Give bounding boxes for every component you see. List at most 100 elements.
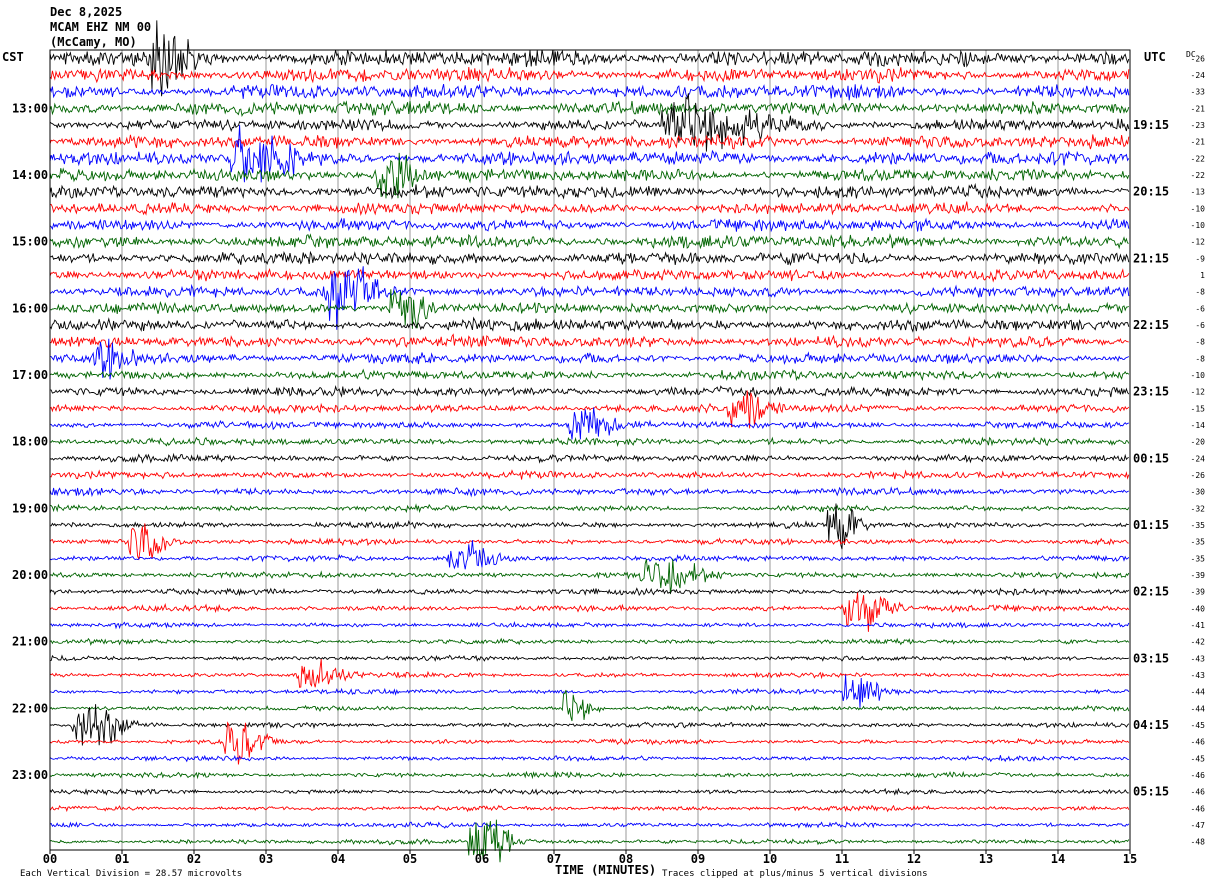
trace-line <box>49 201 1130 217</box>
x-tick-label: 15 <box>1123 852 1137 866</box>
trace-line <box>49 770 1130 780</box>
trace-line <box>49 333 1129 349</box>
x-tick-label: 10 <box>763 852 777 866</box>
trace-line <box>49 540 1130 570</box>
x-tick-label: 02 <box>187 852 201 866</box>
cst-hour-label: 21:00 <box>12 635 48 649</box>
dc-offset-label: -42 <box>1191 638 1206 647</box>
cst-hour-labels: 13:00 14:00 15:00 16:00 17:00 18:00 19:00 20:00… <box>12 101 48 782</box>
trace-line <box>49 266 1130 330</box>
dc-offset-label: -6 <box>1195 321 1205 330</box>
cst-hour-label: 15:00 <box>12 235 48 249</box>
trace-line <box>49 436 1130 447</box>
x-axis-label: TIME (MINUTES) <box>555 863 656 877</box>
dc-offset-label: -24 <box>1191 71 1206 80</box>
dc-offset-label: -35 <box>1191 538 1206 547</box>
trace-line <box>49 754 1129 763</box>
trace-line <box>49 637 1130 646</box>
trace-line <box>49 659 1130 688</box>
dc-offset-label: -30 <box>1191 488 1206 497</box>
dc-offset-label: -43 <box>1191 654 1206 663</box>
utc-hour-label: 04:15 <box>1133 718 1169 732</box>
cst-hour-label: 17:00 <box>12 368 48 382</box>
x-tick-label: 12 <box>907 852 921 866</box>
trace-line <box>49 587 1130 597</box>
trace-line <box>49 558 1130 595</box>
utc-hour-label: 05:15 <box>1133 785 1169 799</box>
scale-note: Each Vertical Division = 28.57 microvolt… <box>20 869 242 879</box>
dc-offset-label: -8 <box>1195 338 1205 347</box>
dc-offset-label: -46 <box>1191 788 1206 797</box>
cst-hour-label: 14:00 <box>12 168 48 182</box>
utc-hour-label: 21:15 <box>1133 251 1169 265</box>
x-tick-label: 00 <box>43 852 57 866</box>
utc-hour-label: 00:15 <box>1133 451 1169 465</box>
cst-hour-label: 16:00 <box>12 301 48 315</box>
dc-offset-label: -39 <box>1191 588 1206 597</box>
helicorder-chart: Dec 8,2025 MCAM EHZ NM 00 (McCamy, MO) C… <box>2 5 1206 879</box>
trace-line <box>49 316 1130 333</box>
plot-frame <box>49 49 1131 851</box>
trace-line <box>49 620 1130 630</box>
trace-line <box>49 267 1130 283</box>
trace-line <box>49 689 1130 722</box>
x-tick-label: 11 <box>835 852 849 866</box>
dc-offset-label: -32 <box>1191 504 1206 513</box>
utc-hour-label: 02:15 <box>1133 585 1169 599</box>
dc-offset-label: -10 <box>1191 221 1206 230</box>
utc-hour-label: 01:15 <box>1133 518 1169 532</box>
trace-line <box>49 787 1129 796</box>
dc-offset-label: -10 <box>1191 204 1206 213</box>
utc-hour-label: 19:15 <box>1133 118 1169 132</box>
dc-offset-label: -33 <box>1191 88 1206 97</box>
trace-line <box>49 20 1130 97</box>
dc-offset-label: -46 <box>1191 804 1206 813</box>
cst-hour-label: 23:00 <box>12 768 48 782</box>
trace-line <box>49 93 1130 152</box>
cst-hour-label: 20:00 <box>12 568 48 582</box>
dc-offset-label: -13 <box>1191 188 1206 197</box>
dc-offset-label: -10 <box>1191 371 1206 380</box>
dc-offset-label: -23 <box>1191 121 1206 130</box>
trace-line <box>49 654 1129 662</box>
dc-offset-label: 1 <box>1200 271 1205 280</box>
dc-offset-label: -6 <box>1195 304 1205 313</box>
dc-offset-label: -20 <box>1191 438 1206 447</box>
trace-line <box>49 250 1130 266</box>
trace-line <box>50 503 1130 514</box>
dc-offset-label: -8 <box>1195 288 1205 297</box>
dc-offset-label: -14 <box>1191 421 1206 430</box>
cst-hour-label: 19:00 <box>12 501 48 515</box>
dc-offset-label: -44 <box>1191 704 1206 713</box>
cst-hour-label: 13:00 <box>12 101 48 115</box>
utc-hour-label: 23:15 <box>1133 385 1169 399</box>
dc-offset-label: -46 <box>1191 771 1206 780</box>
dc-offset-label: -40 <box>1191 604 1206 613</box>
trace-line <box>49 217 1130 233</box>
x-tick-label: 01 <box>115 852 129 866</box>
dc-offset-label: -26 <box>1191 54 1206 63</box>
x-tick-label: 06 <box>475 852 489 866</box>
left-axis-title: CST <box>2 50 24 64</box>
utc-hour-label: 22:15 <box>1133 318 1169 332</box>
dc-offset-label: -45 <box>1191 754 1206 763</box>
trace-lines <box>49 20 1130 863</box>
dc-offset-label: -46 <box>1191 738 1206 747</box>
trace-line <box>49 523 1129 561</box>
dc-offset-label: -21 <box>1191 138 1206 147</box>
trace-line <box>49 368 1130 382</box>
x-tick-label: 09 <box>691 852 705 866</box>
trace-line <box>49 804 1130 813</box>
dc-offset-label: -35 <box>1191 521 1206 530</box>
trace-line <box>49 385 1130 399</box>
date-label: Dec 8,2025 <box>50 5 122 19</box>
dc-offset-label: -12 <box>1191 238 1206 247</box>
trace-line <box>49 674 1130 708</box>
trace-line <box>49 452 1129 464</box>
dc-offset-label: -35 <box>1191 554 1206 563</box>
trace-line <box>49 83 1130 101</box>
x-tick-label: 04 <box>331 852 345 866</box>
station-label: MCAM EHZ NM 00 <box>50 20 151 34</box>
utc-hour-label: 20:15 <box>1133 185 1169 199</box>
x-tick-label: 03 <box>259 852 273 866</box>
